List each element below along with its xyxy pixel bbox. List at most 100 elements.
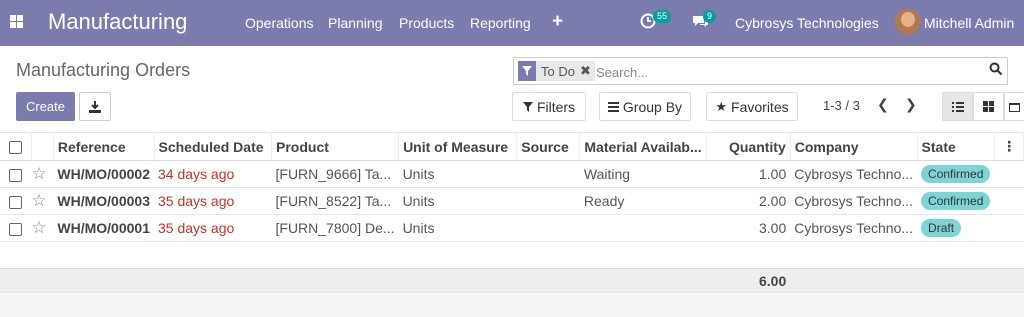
list-view-button[interactable] — [942, 92, 973, 121]
calendar-view-button[interactable] — [1004, 92, 1024, 121]
priority-star-icon[interactable]: ☆ — [31, 187, 54, 215]
column-material-availability[interactable]: Material Availab... — [579, 132, 707, 161]
group-by-label: Group By — [622, 98, 683, 115]
pager-previous-icon[interactable]: ❮ — [877, 96, 889, 113]
select-all-checkbox-cell[interactable] — [0, 132, 32, 161]
search-facet: To Do ✖ — [518, 61, 595, 81]
company-cell: Cybrosys Techno... — [790, 160, 918, 188]
menu-products[interactable]: Products — [399, 15, 454, 31]
facet-label: To Do — [541, 63, 575, 79]
material-availability-cell: Ready — [579, 187, 707, 215]
column-quantity[interactable]: Quantity — [706, 132, 791, 161]
material-availability-cell — [579, 214, 707, 242]
uom-cell: Units — [398, 187, 517, 215]
state-cell: Confirmed — [917, 187, 995, 215]
user-avatar[interactable] — [895, 9, 921, 35]
row-checkbox[interactable] — [9, 168, 23, 182]
calendar-view-icon — [1009, 103, 1020, 112]
filters-label: Filters — [536, 98, 576, 115]
product-cell: [FURN_8522] Ta... — [271, 187, 399, 215]
activity-icon[interactable]: 55 — [640, 10, 672, 34]
column-source[interactable]: Source — [516, 132, 581, 161]
row-checkbox-cell[interactable] — [0, 214, 32, 242]
search-input[interactable] — [596, 62, 976, 82]
search-icon[interactable] — [989, 62, 1003, 76]
top-navbar: Manufacturing Operations Planning Produc… — [0, 0, 1024, 46]
product-cell: [FURN_7800] De... — [271, 214, 399, 242]
list-bottom-area — [0, 294, 1024, 317]
total-quantity: 6.00 — [706, 268, 791, 293]
app-title[interactable]: Manufacturing — [48, 9, 187, 35]
row-checkbox[interactable] — [9, 222, 23, 236]
apps-menu-icon[interactable] — [10, 15, 23, 28]
group-by-button[interactable]: Group By — [599, 92, 691, 121]
messages-icon[interactable]: 9 — [692, 10, 717, 34]
create-button[interactable]: Create — [16, 92, 75, 121]
scheduled-date-cell: 34 days ago — [154, 160, 272, 188]
star-icon: ★ — [715, 98, 728, 114]
uom-cell: Units — [398, 214, 517, 242]
menu-planning[interactable]: Planning — [328, 15, 383, 31]
row-checkbox-cell[interactable] — [0, 160, 32, 188]
reference-cell: WH/MO/00002 — [53, 160, 154, 188]
add-menu-button[interactable]: + — [552, 11, 563, 33]
reference-cell: WH/MO/00003 — [53, 187, 154, 215]
table-row[interactable]: ☆ WH/MO/00001 35 days ago [FURN_7800] De… — [0, 214, 1024, 242]
kanban-view-button[interactable] — [973, 92, 1004, 121]
state-cell: Draft — [917, 214, 995, 242]
source-cell — [516, 214, 580, 242]
page-title: Manufacturing Orders — [16, 60, 191, 80]
row-checkbox-cell[interactable] — [0, 187, 32, 215]
company-cell: Cybrosys Techno... — [790, 187, 918, 215]
row-checkbox[interactable] — [9, 195, 23, 209]
filter-icon — [518, 61, 536, 81]
menu-operations[interactable]: Operations — [245, 15, 313, 31]
table-row[interactable]: ☆ WH/MO/00002 34 days ago [FURN_9666] Ta… — [0, 160, 1024, 188]
list-view-icon — [951, 101, 964, 112]
quantity-cell: 2.00 — [706, 187, 791, 215]
table-header-row: Reference Scheduled Date Product Unit of… — [0, 132, 1024, 161]
download-button[interactable] — [79, 92, 111, 121]
column-state[interactable]: State — [917, 132, 996, 161]
state-badge: Draft — [921, 219, 962, 237]
source-cell — [516, 160, 580, 188]
optional-columns-icon[interactable]: ⋮ — [994, 132, 1024, 161]
filters-button[interactable]: Filters — [512, 92, 586, 121]
column-product[interactable]: Product — [271, 132, 400, 161]
column-company[interactable]: Company — [790, 132, 918, 161]
list-icon — [607, 101, 619, 112]
column-unit-of-measure[interactable]: Unit of Measure — [398, 132, 518, 161]
empty-row — [0, 242, 1024, 269]
source-cell — [516, 187, 580, 215]
state-cell: Confirmed — [917, 160, 995, 188]
uom-cell: Units — [398, 160, 517, 188]
column-scheduled-date[interactable]: Scheduled Date — [154, 132, 272, 161]
company-switcher[interactable]: Cybrosys Technologies — [735, 15, 879, 31]
priority-star-icon[interactable]: ☆ — [31, 214, 54, 242]
table-row[interactable]: ☆ WH/MO/00003 35 days ago [FURN_8522] Ta… — [0, 187, 1024, 215]
user-menu[interactable]: Mitchell Admin — [924, 15, 1014, 31]
remove-facet-icon[interactable]: ✖ — [580, 63, 595, 79]
company-cell: Cybrosys Techno... — [790, 214, 918, 242]
state-badge: Confirmed — [921, 192, 991, 210]
priority-star-icon[interactable]: ☆ — [31, 160, 54, 188]
favorite-header — [31, 132, 54, 161]
favorites-label: Favorites — [731, 98, 789, 115]
column-reference[interactable]: Reference — [53, 132, 155, 161]
messages-count-badge: 9 — [703, 10, 717, 23]
quantity-cell: 3.00 — [706, 214, 791, 242]
favorites-button[interactable]: ★ Favorites — [706, 92, 798, 121]
select-all-checkbox[interactable] — [8, 141, 22, 155]
download-icon — [89, 100, 101, 113]
scheduled-date-cell: 35 days ago — [154, 214, 272, 242]
pager-next-icon[interactable]: ❯ — [905, 96, 917, 113]
pager-value[interactable]: 1-3 / 3 — [823, 98, 860, 113]
activity-count-badge: 55 — [653, 10, 672, 23]
material-availability-cell: Waiting — [579, 160, 707, 188]
quantity-cell: 1.00 — [706, 160, 791, 188]
state-badge: Confirmed — [921, 165, 991, 183]
menu-reporting[interactable]: Reporting — [470, 15, 531, 31]
table-footer-row: 6.00 — [0, 268, 1024, 293]
kanban-view-icon — [983, 101, 994, 112]
scheduled-date-cell: 35 days ago — [154, 187, 272, 215]
